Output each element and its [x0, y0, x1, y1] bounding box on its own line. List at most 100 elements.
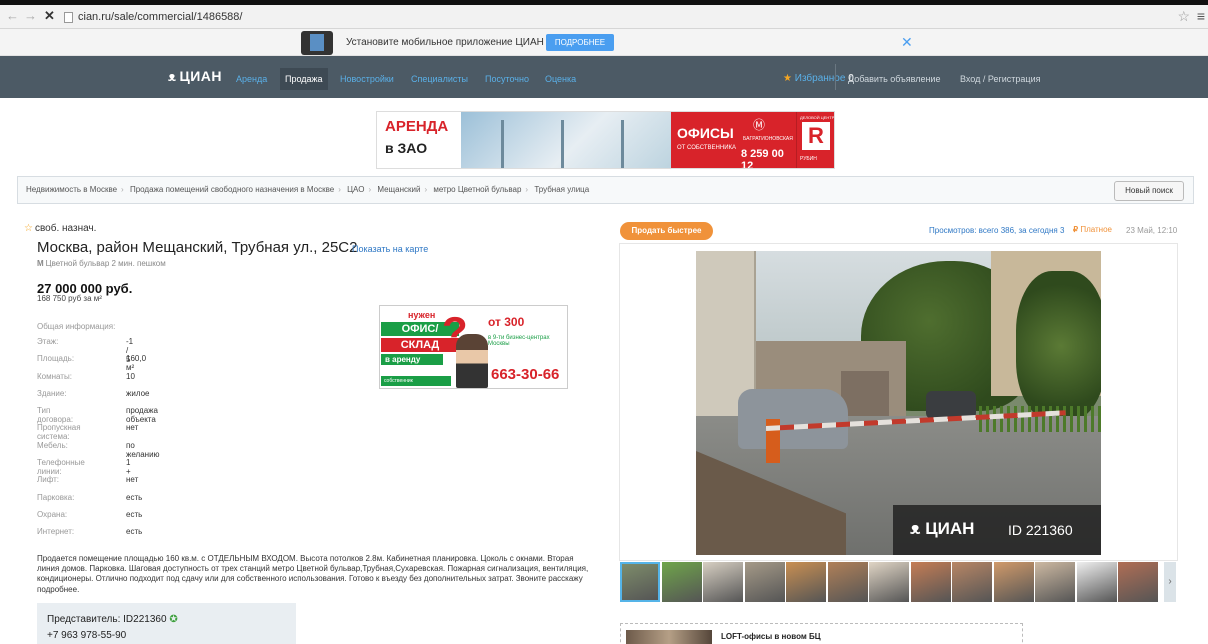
property-label: Комнаты: [37, 371, 72, 381]
photo-garage-door [841, 371, 889, 419]
phone-app-icon [301, 31, 333, 55]
nav-rent[interactable]: Аренда [236, 74, 267, 84]
representative-phone[interactable]: +7 963 978-55-90 [47, 630, 126, 641]
general-info-heading: Общая информация: [37, 322, 116, 331]
breadcrumb-item[interactable]: Продажа помещений свободного назначения … [130, 185, 334, 194]
ad-office-warehouse[interactable]: нужен ОФИС/ СКЛАД в аренду ? от 300 в 9-… [379, 305, 568, 389]
property-label: Тип договора: [37, 406, 74, 425]
favorite-star-icon[interactable]: ☆ [24, 223, 33, 234]
photo-thumbnail[interactable] [827, 562, 868, 602]
close-icon[interactable]: ✕ [901, 34, 913, 51]
banner-brand-top: ДЕЛОВОЙ ЦЕНТР [800, 115, 835, 120]
nav-daily[interactable]: Посуточно [485, 74, 529, 84]
breadcrumb-separator: › [424, 185, 428, 194]
new-search-button[interactable]: Новый поиск [1114, 181, 1184, 201]
paid-badge[interactable]: ₽ Платное [1073, 225, 1112, 234]
photo-thumbnail[interactable] [910, 562, 951, 602]
property-value: 160,0 м² [126, 354, 147, 373]
address-bar: ← → ✕ cian.ru/sale/commercial/1486588/ ☆… [0, 5, 1208, 29]
back-icon[interactable]: ← [6, 8, 19, 24]
paid-label: Платное [1080, 225, 1112, 234]
related-listing[interactable]: LOFT-офисы в новом БЦ [620, 623, 1023, 644]
promo-text: Установите мобильное приложение ЦИАН [346, 37, 544, 48]
banner-window-bar [621, 120, 624, 168]
photo-thumbnail[interactable] [703, 562, 743, 602]
thumbnails-next-icon[interactable]: › [1164, 562, 1176, 602]
property-label: Телефонные линии: [37, 458, 85, 477]
photo-thumbnail[interactable] [620, 562, 660, 602]
nav-new-buildings[interactable]: Новостройки [340, 74, 394, 84]
ad-arenda: в аренду [381, 354, 443, 365]
property-value: 1 + [126, 458, 131, 477]
metro-info: M Цветной бульвар 2 мин. пешком [37, 259, 166, 268]
nav-add-listing[interactable]: Добавить объявление [848, 74, 940, 84]
rubin-logo-icon: R [802, 122, 830, 150]
photo-thumbnail[interactable] [786, 562, 826, 602]
property-value: по желанию [126, 440, 160, 459]
property-label: Лифт: [37, 475, 60, 485]
nav-specialists[interactable]: Специалисты [411, 74, 468, 84]
property-label: Площадь: [37, 354, 75, 364]
bookmark-star-icon[interactable]: ☆ [1177, 8, 1190, 25]
metro-icon: Ⓜ [753, 118, 766, 132]
representative-label: Представитель: ID221360 [47, 614, 167, 625]
photo-thumbnail[interactable] [661, 562, 702, 602]
watermark-id: ID 221360 [1008, 522, 1073, 538]
url-field[interactable]: cian.ru/sale/commercial/1486588/ [78, 11, 242, 23]
nav-sale[interactable]: Продажа [280, 68, 328, 90]
menu-icon[interactable]: ≡ [1197, 8, 1205, 24]
property-label: Парковка: [37, 492, 75, 502]
breadcrumb-item[interactable]: ЦАО [347, 185, 364, 194]
photo-thumbnail[interactable] [993, 562, 1034, 602]
banner-line2: в ЗАО [385, 140, 428, 156]
ad-person-image [456, 334, 488, 388]
forward-icon[interactable]: → [24, 8, 37, 24]
banner-owner: ОТ СОБСТВЕННИКА [677, 145, 737, 151]
watermark-logo-text: ЦИАН [925, 519, 975, 538]
site-nav: ᴥ ЦИАН Аренда Продажа Новостройки Специал… [0, 56, 1208, 98]
ad-banner[interactable]: АРЕНДА в ЗАО ОФИСЫ ОТ СОБСТВЕННИКА Ⓜ БАГ… [376, 111, 835, 169]
banner-phone: 8 259 00 12 [741, 148, 784, 169]
photo-trees-right [1016, 271, 1101, 421]
breadcrumb-item[interactable]: Мещанский [377, 185, 420, 194]
nav-divider [835, 64, 836, 90]
photo-thumbnail[interactable] [1076, 562, 1117, 602]
property-value: есть [126, 509, 143, 519]
photo-thumbnail[interactable] [952, 562, 992, 602]
nav-favorites[interactable]: ★ Избранное 0 [783, 73, 854, 84]
property-value: 10 [126, 371, 135, 381]
property-value: продажа объекта [126, 406, 158, 425]
sell-faster-button[interactable]: Продать быстрее [620, 222, 713, 240]
close-tab-icon[interactable]: ✕ [44, 8, 55, 24]
nav-login[interactable]: Вход / Регистрация [960, 74, 1040, 84]
banner-window-bar [501, 120, 504, 168]
breadcrumb-item[interactable]: Недвижимость в Москве [26, 185, 117, 194]
views-counter[interactable]: Просмотров: всего 386, за сегодня 3 [929, 226, 1064, 235]
photo-thumbnail[interactable] [744, 562, 785, 602]
photo-thumbnail[interactable] [1118, 562, 1158, 602]
banner-line1: АРЕНДА [385, 118, 449, 135]
representative-name: Представитель: ID221360 ✪ [47, 614, 178, 625]
cian-logo[interactable]: ᴥ ЦИАН [168, 68, 222, 84]
metro-icon: M [37, 259, 44, 268]
photo-thumbnail[interactable] [1035, 562, 1075, 602]
banner-brand-name: РУБИН [800, 156, 817, 162]
show-on-map-link[interactable]: Показать на карте [352, 244, 428, 254]
listing-category: ☆ своб. назнач. [24, 223, 96, 234]
banner-window-bar [561, 120, 564, 168]
photo-thumbnail[interactable] [869, 562, 909, 602]
breadcrumb-list: Недвижимость в Москве › Продажа помещений… [26, 185, 589, 194]
breadcrumb-item[interactable]: метро Цветной бульвар [433, 185, 521, 194]
promo-details-button[interactable]: ПОДРОБНЕЕ [546, 34, 614, 51]
representative-box: Представитель: ID221360 ✪ +7 963 978-55-… [37, 603, 296, 644]
ad-phone: 663-30-66 [491, 366, 560, 383]
nav-valuation[interactable]: Оценка [545, 74, 576, 84]
app-promo-bar: Установите мобильное приложение ЦИАН ПОД… [0, 29, 1208, 56]
banner-brand: ДЕЛОВОЙ ЦЕНТР R РУБИН [796, 112, 835, 168]
verified-icon: ✪ [169, 614, 178, 625]
banner-left: АРЕНДА в ЗАО [377, 112, 461, 168]
banner-metro-name: БАГРАТИОНОВСКАЯ [743, 136, 793, 142]
photo-car [738, 389, 848, 449]
property-value: есть [126, 492, 143, 502]
breadcrumb-item[interactable]: Трубная улица [534, 185, 589, 194]
